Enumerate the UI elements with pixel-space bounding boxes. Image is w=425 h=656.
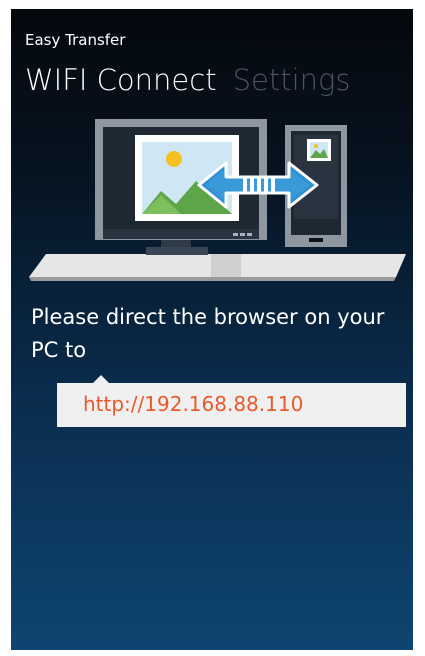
pivot-tab-settings[interactable]: Settings	[233, 63, 351, 97]
desk-icon	[29, 254, 406, 281]
url-callout: http://192.168.88.110	[57, 383, 406, 427]
instruction-text: Please direct the browser on your PC to	[31, 305, 385, 362]
app-title: Easy Transfer	[25, 31, 126, 49]
phone-screen: Easy Transfer WIFI Connect Settings Plea…	[11, 9, 413, 650]
pivot-header: WIFI Connect Settings	[25, 63, 351, 97]
server-url[interactable]: http://192.168.88.110	[83, 392, 303, 416]
pc-phone-transfer-illustration	[29, 119, 406, 281]
pivot-tab-wifi-connect[interactable]: WIFI Connect	[25, 63, 217, 97]
